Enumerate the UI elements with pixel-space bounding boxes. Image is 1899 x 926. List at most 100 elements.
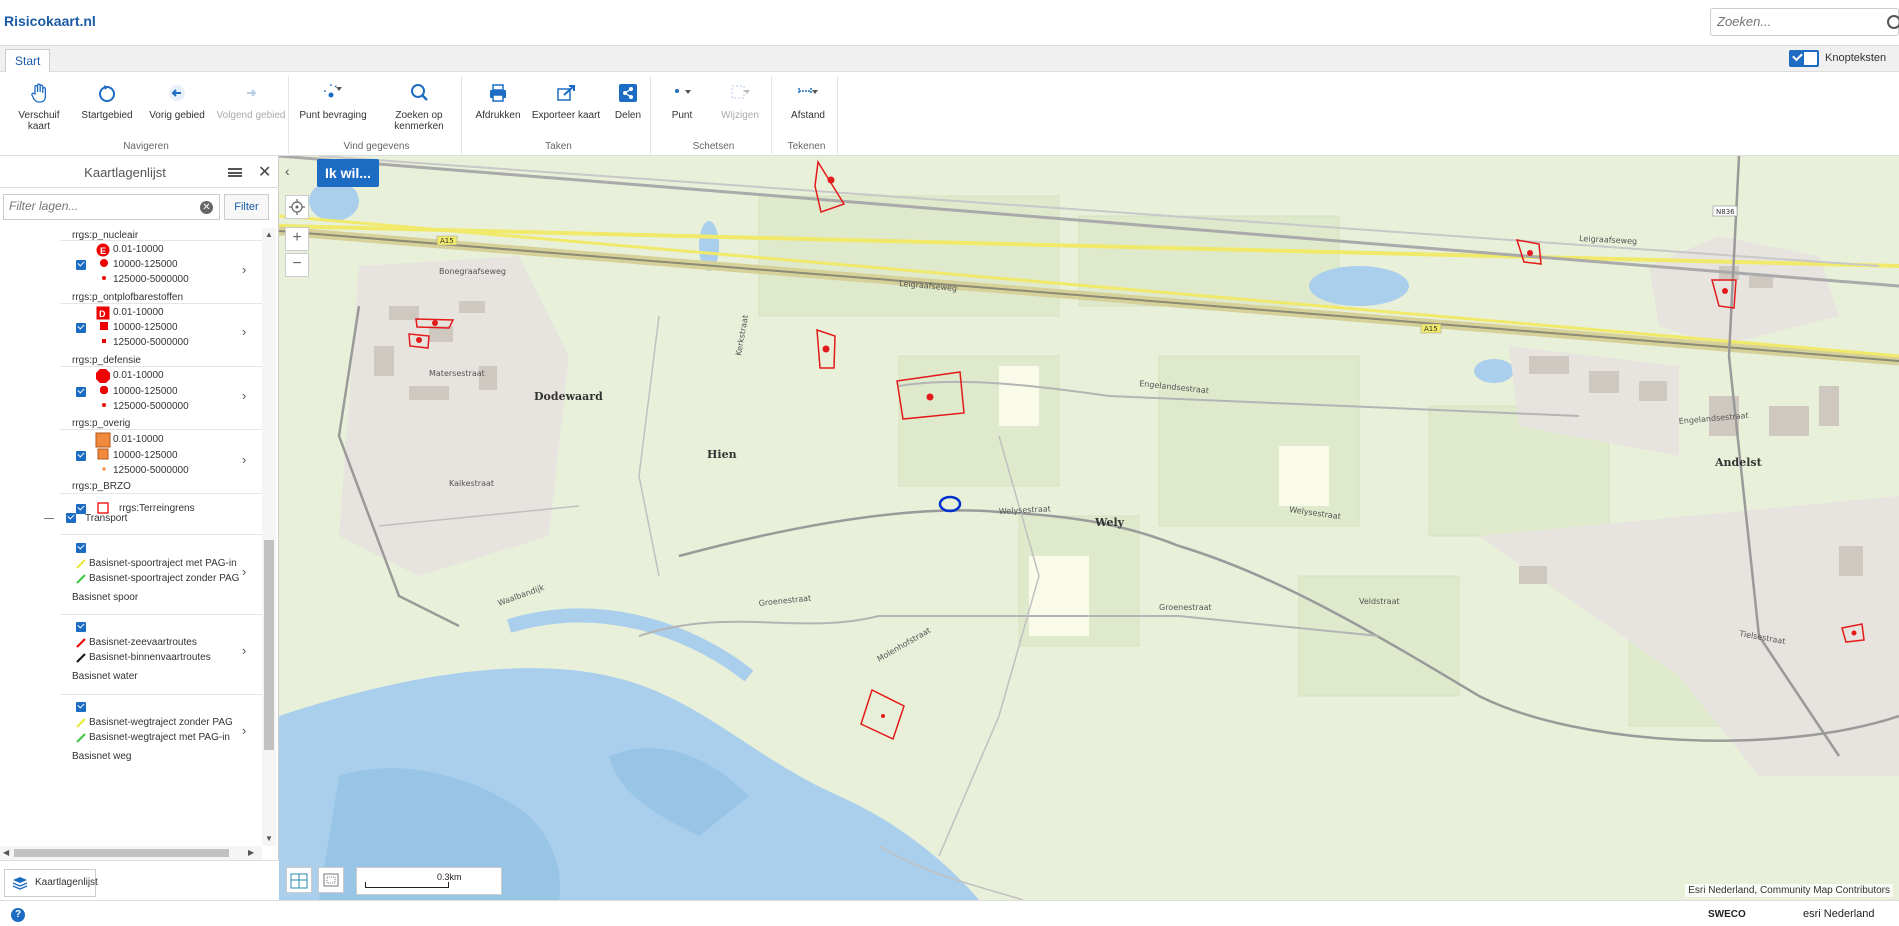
app-title[interactable]: Risicokaart.nl — [4, 13, 96, 29]
layer-checkbox[interactable] — [76, 622, 86, 632]
layer-item[interactable]: Basisnet-wegtraject zonder PAG Basisnet-… — [0, 694, 262, 774]
legend-label: 10000-125000 — [113, 322, 178, 333]
layer-checkbox[interactable] — [76, 451, 86, 461]
group-title-navigeren: Navigeren — [123, 141, 169, 152]
scroll-left-icon[interactable]: ◀ — [3, 848, 9, 857]
scroll-up-icon[interactable]: ▲ — [265, 230, 273, 239]
legend-label: Basisnet-binnenvaartroutes — [89, 652, 211, 663]
horizontal-scrollbar[interactable]: ◀ ▶ — [0, 846, 262, 860]
filter-button[interactable]: Filter — [224, 194, 269, 220]
legend-label: 125000-5000000 — [113, 274, 189, 285]
menu-icon[interactable] — [228, 168, 242, 177]
layer-checkbox[interactable] — [76, 543, 86, 553]
zoom-in-button[interactable]: + — [285, 227, 309, 251]
overview-button[interactable] — [318, 867, 344, 893]
group-title-taken: Taken — [545, 141, 572, 152]
start-area-button[interactable]: Startgebied — [76, 82, 138, 121]
search-box[interactable] — [1710, 8, 1899, 36]
road-label: Kalkestraat — [449, 479, 494, 488]
layer-name: rrgs:p_overig — [72, 418, 131, 429]
tab-start[interactable]: Start — [5, 49, 51, 73]
chevron-right-icon[interactable]: › — [242, 324, 246, 339]
filter-field[interactable]: ✕ — [3, 194, 220, 220]
layer-name: Basisnet weg — [72, 751, 132, 762]
search-input[interactable] — [1717, 14, 1867, 29]
filter-row: ✕ Filter — [0, 194, 279, 222]
sweco-logo: SWECO — [1708, 909, 1746, 920]
legend-label: 125000-5000000 — [113, 401, 189, 412]
zoom-out-button[interactable]: − — [285, 253, 309, 277]
map-attribution: Esri Nederland, Community Map Contributo… — [1685, 884, 1893, 897]
chevron-right-icon[interactable]: › — [242, 452, 246, 467]
ik-wil-button[interactable]: Ik wil... — [317, 159, 379, 187]
chevron-right-icon[interactable]: › — [242, 262, 246, 277]
esri-logo: esri Nederland — [1803, 908, 1875, 920]
grid-map-icon — [290, 873, 308, 889]
layer-item[interactable]: Basisnet-zeevaartroutes Basisnet-binnenv… — [0, 614, 262, 694]
layer-name: Basisnet water — [72, 671, 138, 682]
pan-map-label: Verschuif kaart — [18, 110, 60, 132]
search-icon[interactable] — [1887, 15, 1899, 29]
group-title-tekenen: Tekenen — [787, 141, 826, 152]
filter-input[interactable] — [9, 199, 199, 213]
scrollbar-thumb[interactable] — [14, 849, 229, 857]
help-icon[interactable]: ? — [11, 908, 25, 922]
legend-label: 0.01-10000 — [113, 244, 164, 255]
chevron-right-icon[interactable]: › — [242, 723, 246, 738]
group-checkbox[interactable] — [66, 513, 76, 523]
layer-checkbox[interactable] — [76, 323, 86, 333]
rail-pag-line-icon — [76, 559, 86, 569]
next-area-label: Volgend gebied — [216, 110, 286, 121]
panel-footer: Kaartlagenlijst — [0, 860, 279, 900]
legend-label: 10000-125000 — [113, 259, 178, 270]
share-button[interactable]: Delen — [609, 82, 647, 121]
road-label: Veldstraat — [1359, 597, 1400, 606]
map-view[interactable]: Bonegraafseweg Leigraafseweg Leigraafsew… — [279, 156, 1899, 900]
svg-text:E: E — [100, 246, 106, 256]
point-query-button[interactable]: Punt bevraging — [298, 82, 368, 121]
measure-distance-label: Afstand — [791, 110, 825, 121]
next-area-button[interactable]: Volgend gebied — [216, 82, 286, 121]
scrollbar-thumb[interactable] — [264, 540, 274, 750]
chevron-right-icon[interactable]: › — [242, 643, 246, 658]
svg-text:D: D — [99, 309, 106, 319]
pan-map-button[interactable]: Verschuif kaart — [6, 82, 72, 132]
basemap-button[interactable] — [286, 867, 312, 893]
share-icon — [619, 84, 637, 102]
export-map-button[interactable]: Exporteer kaart — [531, 82, 601, 121]
clear-icon[interactable]: ✕ — [200, 201, 213, 214]
measure-distance-button[interactable]: Afstand — [780, 82, 836, 121]
layer-item[interactable]: Basisnet-spoortraject met PAG-in Basisne… — [0, 534, 262, 614]
start-area-label: Startgebied — [81, 110, 133, 121]
print-button[interactable]: Afdrukken — [473, 82, 523, 121]
scroll-down-icon[interactable]: ▼ — [265, 834, 273, 843]
collapse-panel-icon[interactable]: ‹ — [285, 163, 290, 179]
nuclear-medium-symbol-icon — [100, 259, 108, 267]
sketch-edit-button[interactable]: Wijzigen — [712, 82, 768, 121]
toggle-label: Knopteksten — [1825, 52, 1887, 64]
layer-list-header: Kaartlagenlijst ✕ — [0, 156, 279, 188]
explosive-small-symbol-icon — [102, 339, 106, 343]
close-icon[interactable]: ✕ — [258, 162, 271, 182]
scroll-right-icon[interactable]: ▶ — [248, 848, 254, 857]
layer-checkbox[interactable] — [76, 702, 86, 712]
locate-button[interactable] — [285, 195, 309, 219]
legend-label: 0.01-10000 — [113, 370, 164, 381]
map-canvas[interactable]: Bonegraafseweg Leigraafseweg Leigraafsew… — [279, 156, 1899, 900]
back-arrow-icon — [169, 85, 185, 101]
group-tekenen: Afstand Tekenen — [776, 76, 838, 154]
collapse-icon[interactable] — [44, 518, 54, 519]
previous-area-button[interactable]: Vorig gebied — [146, 82, 208, 121]
layer-checkbox[interactable] — [76, 387, 86, 397]
search-attributes-button[interactable]: Zoeken op kenmerken — [384, 82, 454, 132]
vertical-scrollbar[interactable]: ▲ ▼ — [262, 228, 276, 846]
ribbon-tabs: Start Knopteksten — [0, 45, 1899, 73]
layer-checkbox[interactable] — [76, 260, 86, 270]
layer-list-tab[interactable]: Kaartlagenlijst — [4, 869, 98, 897]
toggle-checkbox[interactable] — [1789, 50, 1819, 67]
explosive-medium-symbol-icon — [100, 322, 108, 330]
chevron-right-icon[interactable]: › — [242, 388, 246, 403]
sketch-point-button[interactable]: Punt — [662, 82, 702, 121]
chevron-right-icon[interactable]: › — [242, 564, 246, 579]
app-header: Risicokaart.nl — [0, 0, 1899, 45]
